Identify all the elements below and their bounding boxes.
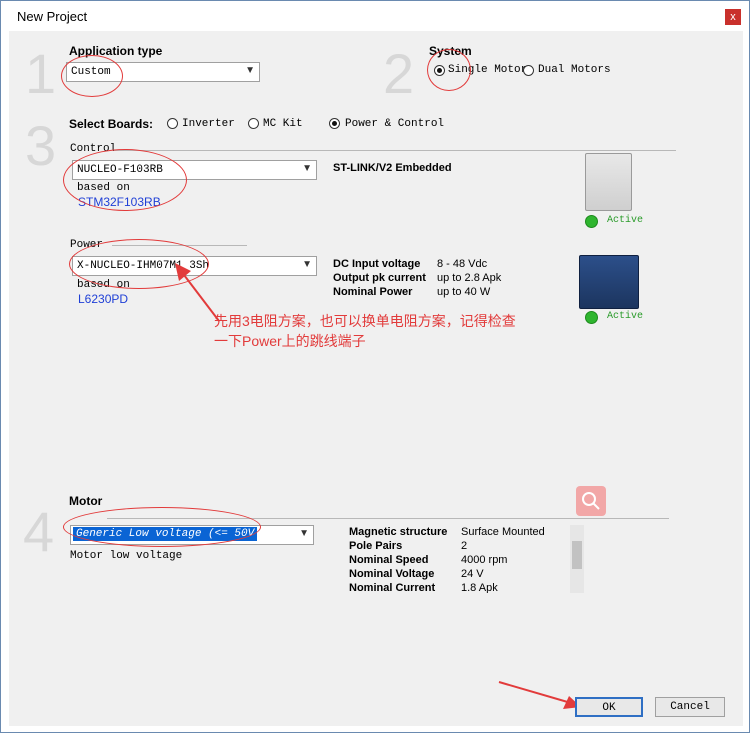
- search-icon: [582, 492, 600, 510]
- motor-spec-value-1: 2: [461, 540, 468, 552]
- power-board-image: [579, 255, 639, 309]
- power-spec-name-1: Output pk current: [333, 272, 426, 284]
- dialog-content: 1 2 3 4 Application type Custom ▼ System…: [9, 31, 743, 726]
- annotation-text-line1: 先用3电阻方案，也可以换单电阻方案，记得检查: [214, 313, 516, 329]
- chevron-down-icon: ▼: [245, 65, 255, 76]
- motor-spec-value-2: 4000 rpm: [461, 554, 508, 566]
- power-control-label: Power & Control: [345, 118, 445, 130]
- motor-label: Motor: [69, 494, 103, 508]
- radio-dual-motors[interactable]: [523, 65, 534, 76]
- annotation-ellipse-motor: [63, 507, 261, 547]
- annotation-ellipse-app-type: [61, 55, 123, 97]
- power-spec-name-2: Nominal Power: [333, 286, 413, 298]
- motor-description: Motor low voltage: [70, 550, 183, 562]
- select-boards-label: Select Boards:: [69, 117, 154, 131]
- close-button[interactable]: x: [725, 9, 741, 25]
- new-project-dialog: New Project x 1 2 3 4 Application type C…: [0, 0, 750, 733]
- motor-specs-list[interactable]: Magnetic structure Surface Mounted Pole …: [347, 525, 583, 593]
- power-spec-name-0: DC Input voltage: [333, 258, 421, 270]
- power-active-label: Active: [607, 311, 644, 322]
- motor-spec-value-0: Surface Mounted: [461, 526, 545, 538]
- title-bar: New Project x: [1, 1, 749, 31]
- radio-power-control[interactable]: [329, 118, 340, 129]
- annotation-ellipse-control: [63, 149, 187, 211]
- control-spec-title: ST-LINK/V2 Embedded: [333, 162, 452, 174]
- step-number-3: 3: [25, 114, 57, 177]
- ok-button[interactable]: OK: [575, 697, 643, 717]
- step-number-2: 2: [383, 42, 415, 105]
- control-active-indicator: [585, 215, 598, 228]
- control-separator: [114, 150, 676, 151]
- window-title: New Project: [17, 9, 88, 24]
- power-spec-value-2: up to 40 W: [437, 286, 491, 298]
- cancel-button[interactable]: Cancel: [655, 697, 725, 717]
- nucleo-board-image: [585, 153, 632, 211]
- mc-kit-label: MC Kit: [263, 118, 303, 130]
- search-button[interactable]: [576, 486, 606, 516]
- annotation-ellipse-system: [427, 49, 471, 91]
- motor-spec-name-3: Nominal Voltage: [349, 568, 435, 580]
- motor-spec-name-1: Pole Pairs: [349, 540, 403, 552]
- radio-inverter[interactable]: [167, 118, 178, 129]
- chevron-down-icon: ▼: [299, 528, 309, 539]
- dual-motors-label: Dual Motors: [538, 64, 611, 76]
- motor-spec-value-3: 24 V: [461, 568, 484, 580]
- scrollbar-thumb[interactable]: [572, 541, 582, 569]
- motor-spec-value-4: 1.8 Apk: [461, 582, 498, 593]
- chevron-down-icon: ▼: [302, 259, 312, 270]
- annotation-text-line2: 一下Power上的跳线端子: [214, 333, 366, 349]
- power-spec-value-0: 8 - 48 Vdc: [437, 258, 488, 270]
- power-spec-value-1: up to 2.8 Apk: [437, 272, 502, 284]
- radio-mc-kit[interactable]: [248, 118, 259, 129]
- chevron-down-icon: ▼: [302, 163, 312, 174]
- power-active-indicator: [585, 311, 598, 324]
- control-active-label: Active: [607, 215, 644, 226]
- power-driver-link[interactable]: L6230PD: [78, 292, 128, 306]
- step-number-4: 4: [23, 500, 55, 563]
- step-number-1: 1: [25, 42, 57, 105]
- inverter-label: Inverter: [182, 118, 235, 130]
- motor-spec-name-2: Nominal Speed: [349, 554, 429, 566]
- annotation-arrow-ok: [498, 681, 581, 709]
- motor-specs-scrollbar[interactable]: [570, 525, 584, 593]
- motor-spec-name-0: Magnetic structure: [349, 526, 448, 538]
- motor-spec-name-4: Nominal Current: [349, 582, 436, 593]
